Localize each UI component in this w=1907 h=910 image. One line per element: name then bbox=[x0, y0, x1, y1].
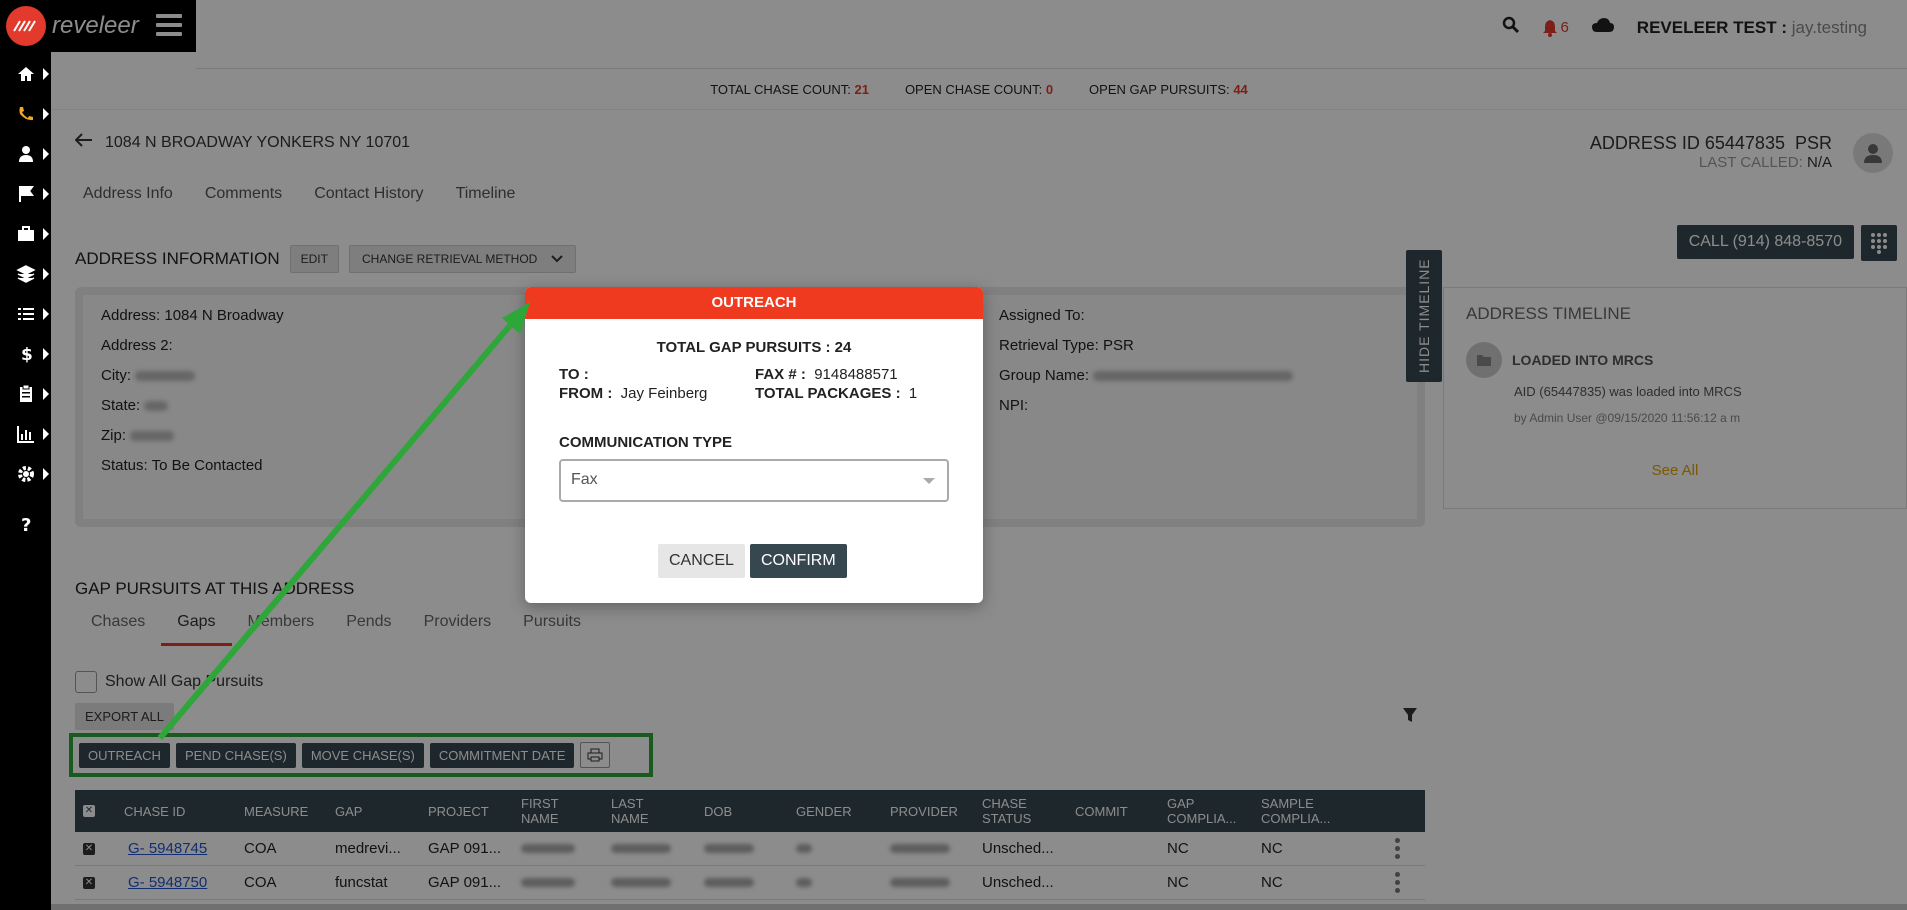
home-icon[interactable] bbox=[0, 54, 51, 94]
communication-type-select[interactable]: Fax bbox=[559, 459, 949, 502]
logo-mark-icon bbox=[6, 6, 46, 46]
confirm-button[interactable]: CONFIRM bbox=[750, 544, 847, 578]
modal-from: FROM : Jay Feinberg bbox=[559, 385, 708, 402]
modal-packages: TOTAL PACKAGES : 1 bbox=[755, 385, 918, 402]
chart-icon[interactable] bbox=[0, 414, 51, 454]
communication-type-label: COMMUNICATION TYPE bbox=[559, 434, 733, 451]
flag-icon[interactable] bbox=[0, 174, 51, 214]
chevron-down-icon bbox=[923, 478, 935, 484]
modal-fax: FAX # : 9148488571 bbox=[755, 366, 898, 383]
svg-text:$: $ bbox=[21, 345, 33, 364]
briefcase-icon[interactable] bbox=[0, 214, 51, 254]
modal-title: OUTREACH bbox=[525, 287, 983, 319]
user-icon[interactable] bbox=[0, 134, 51, 174]
modal-to: TO : bbox=[559, 366, 589, 383]
modal-total-gap-pursuits: TOTAL GAP PURSUITS : 24 bbox=[656, 339, 852, 356]
phone-icon[interactable] bbox=[0, 94, 51, 134]
help-icon[interactable]: ? bbox=[0, 504, 51, 544]
cancel-button[interactable]: CANCEL bbox=[658, 544, 745, 578]
list-icon[interactable] bbox=[0, 294, 51, 334]
left-nav-rail: $ ? bbox=[0, 0, 51, 910]
dollar-icon[interactable]: $ bbox=[0, 334, 51, 374]
outreach-modal: OUTREACH TOTAL GAP PURSUITS : 24 TO : FR… bbox=[525, 287, 983, 603]
communication-type-value: Fax bbox=[571, 471, 598, 488]
layers-icon[interactable] bbox=[0, 254, 51, 294]
svg-text:?: ? bbox=[21, 515, 31, 534]
gear-icon[interactable] bbox=[0, 454, 51, 494]
clipboard-icon[interactable] bbox=[0, 374, 51, 414]
